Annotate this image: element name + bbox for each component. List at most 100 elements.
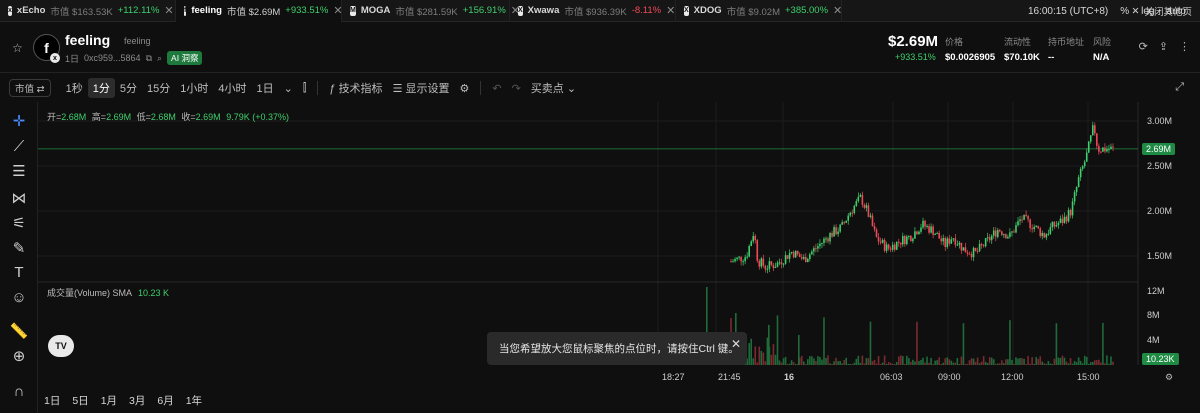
trend-line-icon[interactable]: ⟋ [9, 136, 29, 156]
buy-sell-points-button[interactable]: 买卖点 ⌄ [526, 78, 581, 98]
token-address[interactable]: 0xc959...5864 [84, 53, 141, 63]
interval-button[interactable]: 1分 [87, 78, 115, 98]
x-tick-label: 21:45 [718, 372, 741, 382]
x-tick-label: 06:03 [880, 372, 903, 382]
candle-body [891, 244, 894, 250]
range-button[interactable]: 1月 [95, 393, 123, 408]
magnet-icon[interactable]: ∩ [9, 381, 29, 401]
brush-icon[interactable]: ✎ [9, 238, 29, 258]
candle-body [940, 238, 943, 242]
x-tick-label: 12:00 [1001, 372, 1024, 382]
volume-bar [944, 358, 947, 365]
volume-bar [1108, 363, 1110, 365]
tab-xdog[interactable]: X XDOG 市值 $9.02M +385.00% ✕ [676, 0, 842, 22]
display-settings-button[interactable]: ☰ 显示设置 [388, 78, 455, 98]
volume-bar [992, 359, 995, 365]
range-button[interactable]: 1日 [38, 393, 66, 408]
volume-bar [980, 361, 983, 365]
tab-xecho[interactable]: x xEcho 市值 $163.53K +112.11% ✕ [0, 0, 176, 22]
volume-bar [974, 361, 977, 365]
candle-body [946, 238, 949, 247]
favorite-star-icon[interactable]: ☆ [12, 41, 23, 55]
tab-feeling[interactable]: f feeling 市值 $2.69M +933.51% ✕ [176, 0, 343, 22]
volume-bar [1069, 358, 1072, 365]
volume-tick-label: 12M [1147, 286, 1165, 296]
interval-button[interactable]: 1秒 [61, 78, 88, 98]
volume-bar [839, 360, 841, 365]
candle-body [1053, 221, 1056, 227]
crosshair-icon[interactable]: ✛ [9, 111, 29, 131]
indicators-button[interactable]: ƒ 技术指标 [324, 78, 387, 98]
range-button[interactable]: 3月 [123, 393, 151, 408]
candle-body [996, 229, 999, 237]
fullscreen-icon[interactable]: ⤢ [1175, 81, 1184, 94]
interval-button[interactable]: 4小时 [213, 78, 251, 98]
volume-bar [1013, 363, 1015, 365]
copy-icon[interactable]: ⧉ [146, 53, 152, 64]
interval-button[interactable]: 5分 [115, 78, 142, 98]
auto-toggle[interactable]: auto [1167, 6, 1186, 17]
interval-button[interactable]: 1小时 [175, 78, 213, 98]
candle-body [871, 215, 874, 227]
volume-bar [889, 362, 892, 365]
volume-bar [940, 364, 943, 365]
fib-icon[interactable]: ⚟ [9, 213, 29, 233]
candle-body [956, 244, 959, 246]
undo-icon[interactable]: ↶ [487, 80, 506, 97]
log-toggle[interactable]: log [1141, 6, 1154, 17]
share-icon[interactable]: ⇪ [1159, 40, 1168, 53]
range-button[interactable]: 5日 [66, 393, 94, 408]
volume-bar [968, 360, 971, 365]
tab-token-name: Xwawa [527, 5, 560, 16]
volume-bar [855, 358, 858, 365]
horizontal-lines-icon[interactable]: ☰ [9, 161, 29, 181]
refresh-icon[interactable]: ⟳ [1139, 40, 1148, 53]
ai-insight-badge[interactable]: AI 洞察 [167, 51, 203, 65]
interval-button[interactable]: 15分 [142, 78, 175, 98]
volume-bar [924, 362, 926, 365]
candle-type-icon[interactable]: ⫿ [298, 80, 312, 97]
volume-bar [920, 359, 922, 365]
tab-moga[interactable]: M MOGA 市值 $281.59K +156.91% ✕ [342, 0, 520, 22]
redo-icon[interactable]: ↷ [507, 80, 526, 97]
candle-body [831, 232, 833, 237]
text-tool-icon[interactable]: T [9, 262, 29, 282]
volume-bar [1009, 320, 1011, 365]
close-icon[interactable]: ✕ [731, 337, 741, 351]
gear-icon[interactable]: ⚙ [454, 80, 474, 97]
pattern-icon[interactable]: ⋈ [9, 188, 29, 208]
volume-bar [1005, 359, 1007, 365]
low-label: 低= [136, 112, 151, 122]
volume-bar [817, 356, 819, 365]
more-icon[interactable]: ⋮ [1179, 40, 1190, 53]
drawing-tools: ✛ ⟋ ☰ ⋈ ⚟ ✎ T ☺ 📏 ⊕ ∩ [0, 102, 38, 413]
volume-bar [1110, 356, 1112, 365]
close-tab-icon[interactable]: ✕ [833, 4, 842, 17]
volume-bar [912, 359, 914, 365]
emoji-icon[interactable]: ☺ [9, 287, 29, 307]
axis-settings-icon[interactable]: ⚙ [1165, 372, 1173, 383]
close-tab-icon[interactable]: ✕ [164, 4, 173, 17]
mode-toggle[interactable]: 市值 ⇄ [9, 79, 51, 97]
candle-body [1069, 209, 1072, 216]
range-button[interactable]: 1年 [180, 393, 208, 408]
candle-body [815, 248, 817, 250]
chevron-down-icon[interactable]: ⌄ [279, 80, 298, 97]
ruler-icon[interactable]: 📏 [9, 321, 29, 341]
tradingview-logo[interactable]: TV [48, 335, 74, 357]
volume-bar [774, 354, 777, 365]
range-button[interactable]: 6月 [151, 393, 179, 408]
interval-button[interactable]: 1日 [252, 78, 279, 98]
tab-xwawa[interactable]: X Xwawa 市值 $936.39K -8.11% ✕ [510, 0, 676, 22]
volume-bar [906, 355, 908, 365]
volume-bar [798, 335, 800, 365]
candle-body [948, 238, 951, 244]
candle-body [968, 253, 971, 255]
percent-toggle[interactable]: % [1120, 6, 1129, 17]
high-label: 高= [91, 112, 107, 122]
candle-body [762, 258, 765, 266]
close-tab-icon[interactable]: ✕ [666, 4, 675, 17]
search-icon[interactable]: ⌕ [157, 53, 162, 64]
zoom-in-icon[interactable]: ⊕ [9, 346, 29, 366]
price-chart[interactable]: 开=2.68M 高=2.69M 低=2.68M 收=2.69M 9.79K (+… [38, 102, 1200, 387]
